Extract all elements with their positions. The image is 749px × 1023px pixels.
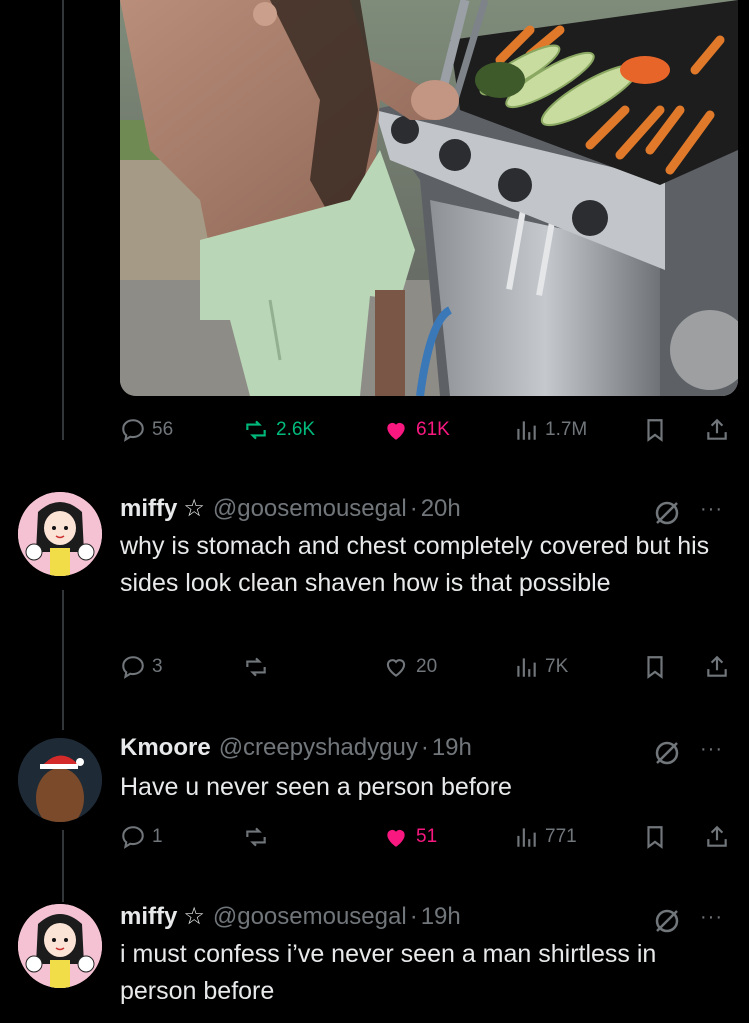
post-photo-illustration xyxy=(120,0,738,396)
share-button[interactable] xyxy=(704,823,730,851)
more-icon[interactable]: ··· xyxy=(700,906,723,929)
avatar-illustration xyxy=(18,492,102,576)
avatar[interactable] xyxy=(18,904,102,988)
star-badge-icon: ☆ xyxy=(183,495,205,522)
views-button[interactable]: 1.7M xyxy=(513,417,587,443)
reply-tweet-2[interactable]: Kmoore @creepyshadyguy · 19h ··· Have u … xyxy=(0,732,749,862)
post-action-bar: 56 2.6K 61K 1.7M xyxy=(120,412,732,448)
like-button[interactable]: 20 xyxy=(382,654,437,680)
repost-count: 2.6K xyxy=(276,419,316,440)
views-count: 1.7M xyxy=(545,419,588,440)
user-handle[interactable]: @creepyshadyguy xyxy=(219,734,418,762)
reply-button[interactable]: 1 xyxy=(120,824,163,850)
repost-icon xyxy=(246,827,266,847)
reply-icon xyxy=(122,419,144,442)
repost-icon xyxy=(246,420,266,440)
repost-button[interactable]: 2.6K xyxy=(242,417,315,443)
separator-dot: · xyxy=(409,903,418,930)
views-icon xyxy=(517,421,536,440)
avatar-illustration xyxy=(18,904,102,988)
reply-text: Have u never seen a person before xyxy=(120,773,512,801)
user-handle[interactable]: @goosemousegal xyxy=(213,903,407,931)
like-button[interactable]: 51 xyxy=(382,824,437,850)
reply-count: 3 xyxy=(152,656,163,677)
star-badge-icon: ☆ xyxy=(183,903,205,930)
separator-dot: · xyxy=(409,495,418,522)
views-count: 7K xyxy=(545,656,569,677)
share-icon xyxy=(707,655,727,677)
reply-header: Kmoore @creepyshadyguy · 19h xyxy=(120,734,472,762)
reply-icon xyxy=(122,656,144,679)
like-icon xyxy=(387,829,405,847)
reply-button[interactable]: 3 xyxy=(120,654,163,680)
more-icon[interactable]: ··· xyxy=(700,738,723,761)
grok-icon[interactable] xyxy=(652,906,682,936)
bookmark-button[interactable] xyxy=(642,416,668,444)
avatar-illustration xyxy=(18,738,102,822)
grok-icon[interactable] xyxy=(652,498,682,528)
bookmark-button[interactable] xyxy=(642,823,668,851)
share-button[interactable] xyxy=(704,416,730,444)
user-handle[interactable]: @goosemousegal xyxy=(213,495,407,523)
like-icon xyxy=(387,422,405,440)
separator-dot: · xyxy=(420,734,429,761)
reply-tweet-3[interactable]: miffy ☆ @goosemousegal · 19h ··· i must … xyxy=(0,900,749,1023)
views-icon xyxy=(517,828,536,847)
reply-count: 1 xyxy=(152,826,163,847)
reply-button[interactable]: 56 xyxy=(120,417,173,443)
reply-header: miffy ☆ @goosemousegal · 19h xyxy=(120,902,461,931)
views-button[interactable]: 7K xyxy=(513,654,568,680)
views-count: 771 xyxy=(545,826,577,847)
like-count: 61K xyxy=(416,419,450,440)
reply-icon xyxy=(122,826,144,849)
avatar[interactable] xyxy=(18,492,102,576)
share-button[interactable] xyxy=(704,653,730,681)
more-icon[interactable]: ··· xyxy=(700,498,723,521)
share-icon xyxy=(707,825,727,847)
like-icon xyxy=(386,659,406,677)
bookmark-button[interactable] xyxy=(642,653,668,681)
reply-text: i must confess i’ve never seen a man shi… xyxy=(120,940,657,1005)
timestamp[interactable]: 19h xyxy=(421,903,461,931)
reply-count: 56 xyxy=(152,419,174,440)
views-icon xyxy=(517,658,536,677)
like-count: 20 xyxy=(416,656,438,677)
grok-icon[interactable] xyxy=(652,738,682,768)
avatar[interactable] xyxy=(18,738,102,822)
bookmark-icon xyxy=(647,419,663,442)
bookmark-icon xyxy=(647,656,663,679)
reply-header: miffy ☆ @goosemousegal · 20h xyxy=(120,494,461,523)
repost-icon xyxy=(246,657,266,677)
display-name[interactable]: miffy xyxy=(120,495,177,523)
share-icon xyxy=(707,418,727,440)
views-button[interactable]: 771 xyxy=(513,824,577,850)
repost-button[interactable] xyxy=(242,654,276,680)
reply-tweet-1[interactable]: miffy ☆ @goosemousegal · 20h ··· why is … xyxy=(0,492,749,702)
display-name[interactable]: miffy xyxy=(120,903,177,931)
timestamp[interactable]: 19h xyxy=(432,734,472,762)
thread-line-top xyxy=(62,0,64,440)
reply-action-bar: 1 51 771 xyxy=(120,819,732,855)
post-image[interactable] xyxy=(120,0,738,396)
like-count: 51 xyxy=(416,826,438,847)
timestamp[interactable]: 20h xyxy=(421,495,461,523)
reply-text: why is stomach and chest completely cove… xyxy=(120,532,710,597)
like-button[interactable]: 61K xyxy=(382,417,450,443)
display-name[interactable]: Kmoore xyxy=(120,734,211,762)
repost-button[interactable] xyxy=(242,824,276,850)
reply-action-bar: 3 20 7K xyxy=(120,649,732,685)
bookmark-icon xyxy=(647,826,663,849)
